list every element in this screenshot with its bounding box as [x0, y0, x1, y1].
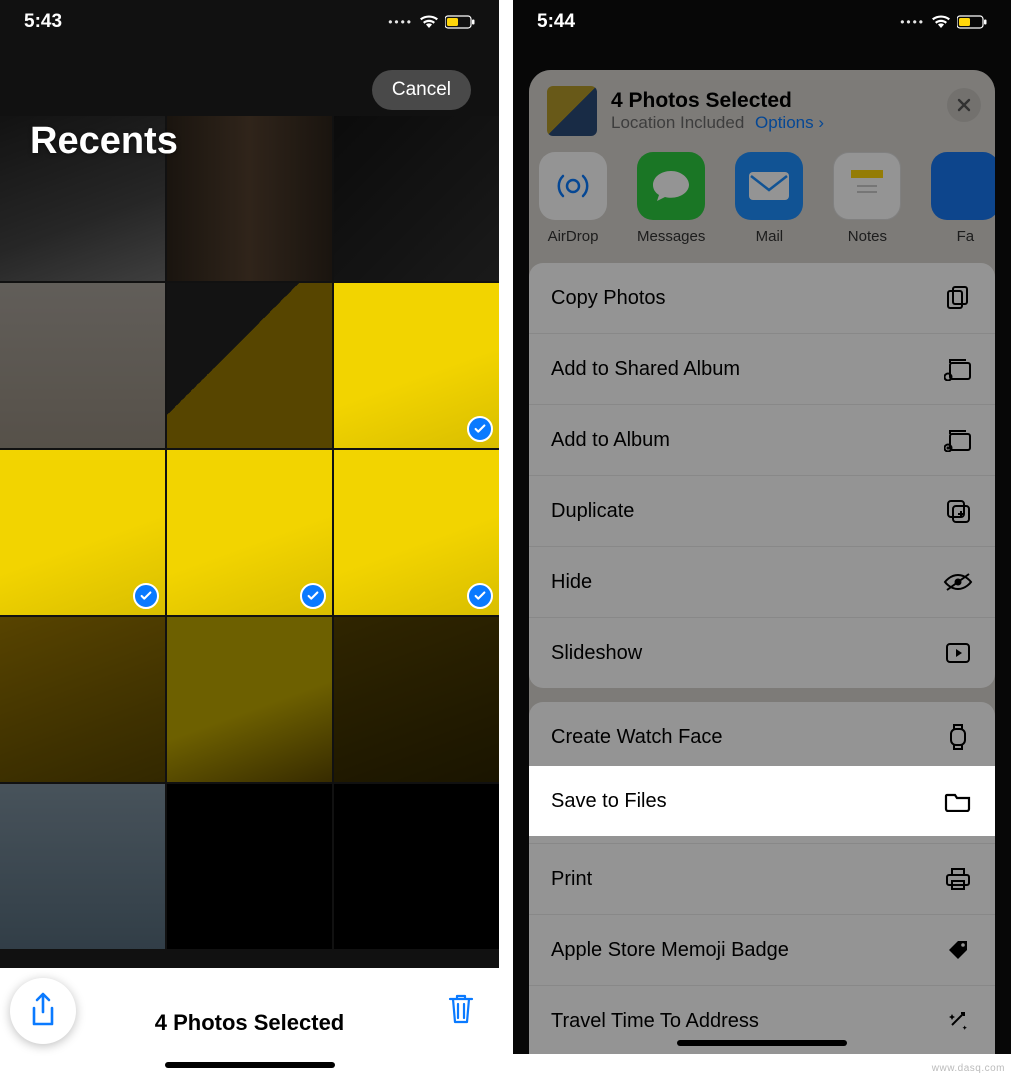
photo-thumb[interactable]	[0, 283, 165, 448]
close-icon	[956, 97, 972, 113]
action-memoji-badge[interactable]: Apple Store Memoji Badge	[529, 914, 995, 985]
status-bar: 5:44 ••••	[513, 0, 1011, 44]
wifi-icon	[419, 15, 439, 29]
battery-icon	[957, 15, 987, 29]
share-sheet: 4 Photos Selected Location Included Opti…	[529, 70, 995, 1054]
share-subtitle: Location Included Options	[611, 113, 824, 133]
watermark: www.dasq.com	[932, 1063, 1005, 1074]
share-app-mail[interactable]: Mail	[735, 152, 803, 245]
share-app-facebook[interactable]: Fa	[931, 152, 995, 245]
left-screenshot: 5:43 •••• Cancel Recents	[0, 0, 499, 1078]
copy-icon	[943, 283, 973, 313]
check-icon	[300, 583, 326, 609]
action-group: Copy Photos Add to Shared Album Add to A…	[529, 263, 995, 688]
action-add-album[interactable]: Add to Album	[529, 404, 995, 475]
photo-thumb-selected[interactable]	[334, 450, 499, 615]
status-time: 5:43	[24, 11, 62, 33]
action-group: Create Watch Face Save to Files Print Ap…	[529, 702, 995, 1054]
battery-icon	[445, 15, 475, 29]
home-indicator[interactable]	[165, 1062, 335, 1068]
hide-icon	[943, 567, 973, 597]
wifi-icon	[931, 15, 951, 29]
action-add-shared-album[interactable]: Add to Shared Album	[529, 333, 995, 404]
delete-button[interactable]	[447, 993, 475, 1030]
cancel-button[interactable]: Cancel	[372, 70, 471, 110]
photo-thumb-empty	[167, 784, 332, 949]
photo-thumb[interactable]	[0, 617, 165, 782]
share-title: 4 Photos Selected	[611, 89, 824, 113]
messages-icon	[637, 152, 705, 220]
play-icon	[943, 638, 973, 668]
share-app-airdrop[interactable]: AirDrop	[539, 152, 607, 245]
photo-thumb-empty	[334, 784, 499, 949]
action-label: Save to Files	[551, 790, 667, 813]
share-app-messages[interactable]: Messages	[637, 152, 705, 245]
trash-icon	[447, 993, 475, 1025]
photo-grid	[0, 116, 499, 949]
share-icon	[28, 992, 58, 1030]
share-sheet-header: 4 Photos Selected Location Included Opti…	[529, 70, 995, 146]
options-link[interactable]: Options	[755, 113, 824, 132]
home-indicator[interactable]	[677, 1040, 847, 1046]
share-actions: Copy Photos Add to Shared Album Add to A…	[529, 263, 995, 1054]
action-print[interactable]: Print	[529, 843, 995, 914]
photo-thumb[interactable]	[167, 283, 332, 448]
airdrop-icon	[539, 152, 607, 220]
check-icon	[133, 583, 159, 609]
cellular-icon: ••••	[388, 15, 413, 29]
check-icon	[467, 583, 493, 609]
album-icon	[943, 425, 973, 455]
action-hide[interactable]: Hide	[529, 546, 995, 617]
photo-thumb[interactable]	[334, 116, 499, 281]
shared-album-icon	[943, 354, 973, 384]
duplicate-icon	[943, 496, 973, 526]
action-copy-photos[interactable]: Copy Photos	[529, 263, 995, 333]
status-icons: ••••	[388, 15, 475, 29]
sparkle-icon	[943, 1006, 973, 1036]
selection-count: 4 Photos Selected	[155, 1010, 345, 1036]
close-button[interactable]	[947, 88, 981, 122]
photo-thumb[interactable]	[167, 617, 332, 782]
mail-icon	[735, 152, 803, 220]
photo-thumb[interactable]	[334, 617, 499, 782]
check-icon	[467, 416, 493, 442]
watch-icon	[943, 722, 973, 752]
action-slideshow[interactable]: Slideshow	[529, 617, 995, 688]
share-button[interactable]	[10, 978, 76, 1044]
photo-thumb[interactable]	[167, 116, 332, 281]
tag-icon	[943, 935, 973, 965]
highlight-save-to-files[interactable]: Save to Files	[529, 766, 995, 836]
folder-icon	[943, 786, 973, 816]
bottom-toolbar: 4 Photos Selected	[0, 968, 499, 1078]
action-duplicate[interactable]: Duplicate	[529, 475, 995, 546]
photo-thumb-selected[interactable]	[167, 450, 332, 615]
photo-thumb-selected[interactable]	[0, 450, 165, 615]
right-screenshot: 5:44 •••• 4 Photos Selected Location Inc…	[513, 0, 1011, 1054]
print-icon	[943, 864, 973, 894]
facebook-icon	[931, 152, 995, 220]
share-apps-row[interactable]: AirDrop Messages Mail Notes Fa	[529, 146, 995, 263]
photo-thumb[interactable]	[0, 784, 165, 949]
share-app-notes[interactable]: Notes	[833, 152, 901, 245]
share-preview-thumb	[547, 86, 597, 136]
photo-thumb-selected[interactable]	[334, 283, 499, 448]
action-create-watch-face[interactable]: Create Watch Face	[529, 702, 995, 772]
status-time: 5:44	[537, 11, 575, 33]
status-bar: 5:43 ••••	[0, 0, 499, 44]
status-icons: ••••	[900, 15, 987, 29]
notes-icon	[833, 152, 901, 220]
cellular-icon: ••••	[900, 15, 925, 29]
album-title: Recents	[30, 120, 178, 163]
